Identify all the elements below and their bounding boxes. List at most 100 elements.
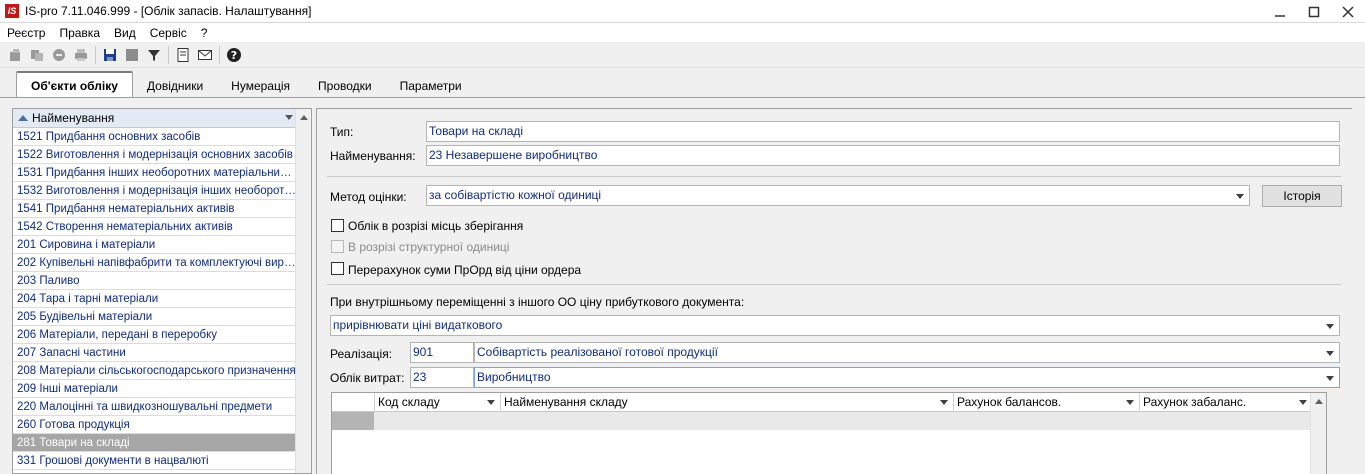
recalc-checkbox[interactable] — [331, 262, 344, 275]
separator — [327, 176, 1341, 177]
valuation-method-value: за собівартістю кожної одиниці — [429, 188, 602, 202]
list-scrollbar[interactable] — [295, 109, 311, 473]
menu-registry[interactable]: Реєстр — [0, 26, 52, 40]
grid-col-warehouse-code[interactable]: Код складу — [374, 393, 500, 412]
warehouses-grid: Код складу Найменування складу Рахунок б… — [331, 392, 1327, 474]
list-item[interactable]: 1541 Придбання нематеріальних активів — [13, 200, 296, 218]
title-bar: IS IS-pro 7.11.046.999 - [Облік запасів.… — [0, 0, 1365, 23]
expense-code-field[interactable]: 23 — [410, 367, 474, 388]
save-icon[interactable] — [99, 44, 121, 66]
name-field[interactable]: 23 Незавершене виробництво — [426, 145, 1340, 166]
filter-icon[interactable] — [143, 44, 165, 66]
list-body: 1521 Придбання основних засобів 1522 Виго… — [13, 128, 296, 470]
grid-col-label: Найменування складу — [504, 395, 628, 409]
list-item[interactable]: 208 Матеріали сільськогосподарського при… — [13, 362, 296, 380]
menu-view[interactable]: Вид — [107, 26, 143, 40]
grid-col-warehouse-name[interactable]: Найменування складу — [500, 393, 953, 412]
toolbar: ? — [0, 42, 1365, 68]
realization-name-value: Собівартість реалізованої готової продук… — [477, 345, 718, 359]
app-logo-icon: IS — [5, 4, 19, 18]
list-item[interactable]: 203 Паливо — [13, 272, 296, 290]
tab-directories[interactable]: Довідники — [133, 74, 217, 98]
tab-accounting-objects[interactable]: Об'єкти обліку — [16, 71, 133, 98]
svg-text:?: ? — [231, 49, 237, 62]
list-item[interactable]: 331 Грошові документи в нацвалюті — [13, 452, 296, 470]
realization-name-select[interactable]: Собівартість реалізованої готової продук… — [474, 342, 1340, 363]
copy-icon[interactable] — [26, 44, 48, 66]
type-label: Тип: — [330, 125, 354, 139]
settings-form: Тип: Товари на складі Найменування: 23 Н… — [316, 108, 1352, 474]
transfer-price-value: прирівнювати ціні видаткового — [333, 318, 503, 332]
list-item[interactable]: 205 Будівельні матеріали — [13, 308, 296, 326]
tab-numbering[interactable]: Нумерація — [217, 74, 304, 98]
list-item[interactable]: 204 Тара і тарні матеріали — [13, 290, 296, 308]
menu-edit[interactable]: Правка — [52, 26, 107, 40]
list-item[interactable]: 201 Сировина і матеріали — [13, 236, 296, 254]
list-item[interactable]: 202 Купівельні напівфабрити та комплекту… — [13, 254, 296, 272]
list-item[interactable]: 220 Малоцінні та швидкозношувальні предм… — [13, 398, 296, 416]
maximize-icon[interactable] — [1297, 0, 1331, 23]
realization-code-field[interactable]: 901 — [410, 342, 474, 363]
type-field[interactable]: Товари на складі — [426, 121, 1340, 142]
recalc-label: Перерахунок суми ПрОрд від ціни ордера — [348, 263, 582, 277]
new-icon[interactable] — [4, 44, 26, 66]
document-icon[interactable] — [172, 44, 194, 66]
structural-unit-checkbox — [331, 240, 344, 253]
accounting-objects-list: Найменування 1521 Придбання основних зас… — [12, 108, 312, 474]
row-indicator — [332, 412, 374, 430]
list-item[interactable]: 207 Запасні частини — [13, 344, 296, 362]
chevron-down-icon — [1326, 376, 1334, 381]
valuation-method-label: Метод оцінки: — [330, 190, 407, 204]
grid-scrollbar[interactable] — [1310, 393, 1326, 474]
grid-col-balance-account[interactable]: Рахунок балансов. — [953, 393, 1139, 412]
column-name-label: Найменування — [32, 111, 115, 125]
toolbar-separator — [168, 45, 169, 64]
close-icon[interactable] — [1331, 0, 1365, 23]
realization-label: Реалізація: — [330, 347, 393, 361]
list-column-header[interactable]: Найменування — [13, 109, 297, 128]
scroll-up-icon[interactable] — [1315, 399, 1323, 404]
window-controls — [1263, 0, 1365, 23]
menu-help[interactable]: ? — [194, 26, 215, 40]
toolbar-separator — [219, 45, 220, 64]
list-item[interactable]: 281 Товари на складі — [13, 434, 296, 452]
toolbar-separator — [95, 45, 96, 64]
tab-parameters[interactable]: Параметри — [386, 74, 476, 98]
list-item[interactable]: 260 Готова продукція — [13, 416, 296, 434]
grid-col-offbalance-account[interactable]: Рахунок забаланс. — [1139, 393, 1312, 412]
delete-icon[interactable] — [48, 44, 70, 66]
table-row[interactable] — [332, 412, 1312, 430]
tab-postings[interactable]: Проводки — [304, 74, 386, 98]
storage-places-checkbox[interactable] — [331, 219, 344, 232]
grid-header: Код складу Найменування складу Рахунок б… — [332, 393, 1312, 412]
transfer-price-select[interactable]: прирівнювати ціні видаткового — [330, 315, 1340, 336]
structural-unit-label: В розрізі структурної одиниці — [348, 240, 510, 254]
help-icon[interactable]: ? — [223, 44, 245, 66]
grid-col-label: Рахунок забаланс. — [1143, 395, 1247, 409]
chevron-down-icon — [1326, 351, 1334, 356]
expense-label: Облік витрат: — [330, 371, 405, 385]
valuation-method-select[interactable]: за собівартістю кожної одиниці — [426, 185, 1250, 206]
list-item[interactable]: 1542 Створення нематеріальних активів — [13, 218, 296, 236]
mail-icon[interactable] — [194, 44, 216, 66]
print-icon[interactable] — [70, 44, 92, 66]
tab-strip: Об'єкти обліку Довідники Нумерація Прово… — [0, 70, 1365, 98]
list-item[interactable]: 209 Інші матеріали — [13, 380, 296, 398]
menu-service[interactable]: Сервіс — [143, 26, 194, 40]
grey-square-icon[interactable] — [121, 44, 143, 66]
chevron-down-icon — [1126, 400, 1134, 405]
expense-name-value: Виробництво — [477, 370, 551, 384]
window-title: IS-pro 7.11.046.999 - [Облік запасів. На… — [25, 4, 312, 18]
expense-name-select[interactable]: Виробництво — [474, 367, 1340, 388]
history-button[interactable]: Історія — [1262, 185, 1342, 207]
list-item[interactable]: 1522 Виготовлення і модернізація основни… — [13, 146, 296, 164]
list-item[interactable]: 1532 Виготовлення і модернізація інших н… — [13, 182, 296, 200]
list-item[interactable]: 1521 Придбання основних засобів — [13, 128, 296, 146]
minimize-icon[interactable] — [1263, 0, 1297, 23]
chevron-down-icon — [1236, 194, 1244, 199]
scroll-up-icon[interactable] — [300, 115, 308, 120]
column-dropdown-icon[interactable] — [285, 115, 293, 120]
list-item[interactable]: 206 Матеріали, передані в переробку — [13, 326, 296, 344]
chevron-down-icon — [1326, 324, 1334, 329]
list-item[interactable]: 1531 Придбання інших необоротних матеріа… — [13, 164, 296, 182]
